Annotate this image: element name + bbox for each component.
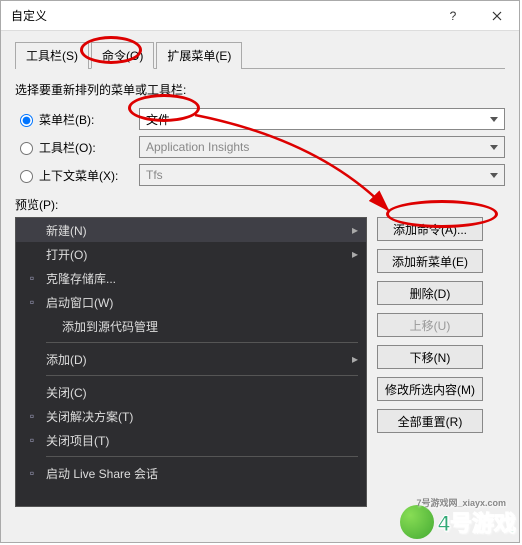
add-menu-button[interactable]: 添加新菜单(E) [377,249,483,273]
preview-item[interactable]: ▫ 关闭项目(T) [16,428,366,452]
preview-label: 预览(P): [15,196,505,213]
clone-icon: ▫ [24,270,40,286]
delete-button[interactable]: 删除(D) [377,281,483,305]
tab-toolbar[interactable]: 工具栏(S) [15,42,89,69]
radio-menubar[interactable] [20,114,33,127]
preview-item[interactable]: ▫ 克隆存储库... [16,266,366,290]
combo-menubar[interactable]: 文件 [139,108,505,130]
preview-item-label: 克隆存储库... [46,270,116,287]
tab-commands[interactable]: 命令(O) [91,42,154,69]
close-sol-icon: ▫ [24,408,40,424]
move-up-button[interactable]: 上移(U) [377,313,483,337]
preview-item-label: 关闭项目(T) [46,432,109,449]
close-button[interactable] [475,1,519,31]
menu-separator [46,456,358,457]
preview-item[interactable]: ▫ 启动 Live Share 会话 [16,461,366,485]
radio-toolbar[interactable] [20,142,33,155]
preview-item-label: 启动窗口(W) [46,294,113,311]
preview-item-label: 关闭(C) [46,384,87,401]
preview-item-label: 启动 Live Share 会话 [46,465,158,482]
preview-item[interactable]: ▫ 启动窗口(W) [16,290,366,314]
chevron-right-icon: ▸ [352,223,358,237]
add-command-button[interactable]: 添加命令(A)... [377,217,483,241]
preview-list[interactable]: 新建(N) ▸ 打开(O) ▸ ▫ 克隆存储库... ▫ 启动窗口(W) 添加到源代码管理添加(… [15,217,367,507]
radio-context[interactable] [20,170,33,183]
reset-button[interactable]: 全部重置(R) [377,409,483,433]
preview-item-label: 新建(N) [46,222,87,239]
menu-separator [46,375,358,376]
chevron-right-icon: ▸ [352,352,358,366]
window-icon: ▫ [24,294,40,310]
preview-item-label: 添加(D) [46,351,87,368]
live-icon: ▫ [24,465,40,481]
dialog-title: 自定义 [11,7,431,24]
move-down-button[interactable]: 下移(N) [377,345,483,369]
preview-item-label: 打开(O) [46,246,87,263]
label-menubar: 菜单栏(B): [39,111,139,128]
close-proj-icon: ▫ [24,432,40,448]
label-context: 上下文菜单(X): [39,167,139,184]
chevron-right-icon: ▸ [352,247,358,261]
combo-context[interactable]: Tfs [139,164,505,186]
preview-item[interactable]: 添加(D) ▸ [16,347,366,371]
preview-item[interactable]: 添加到源代码管理 [16,314,366,338]
description-text: 选择要重新排列的菜单或工具栏: [15,81,505,98]
preview-item-label: 关闭解决方案(T) [46,408,133,425]
preview-item[interactable]: 打开(O) ▸ [16,242,366,266]
label-toolbar: 工具栏(O): [39,139,139,156]
preview-item-label: 添加到源代码管理 [62,318,158,335]
menu-separator [46,342,358,343]
tab-extensions[interactable]: 扩展菜单(E) [156,42,242,69]
preview-item[interactable]: ▫ 关闭解决方案(T) [16,404,366,428]
modify-button[interactable]: 修改所选内容(M) [377,377,483,401]
help-button[interactable]: ? [431,1,475,31]
preview-item[interactable]: 新建(N) ▸ [16,218,366,242]
tab-bar: 工具栏(S) 命令(O) 扩展菜单(E) [15,41,505,69]
preview-item[interactable]: 关闭(C) [16,380,366,404]
combo-toolbar[interactable]: Application Insights [139,136,505,158]
